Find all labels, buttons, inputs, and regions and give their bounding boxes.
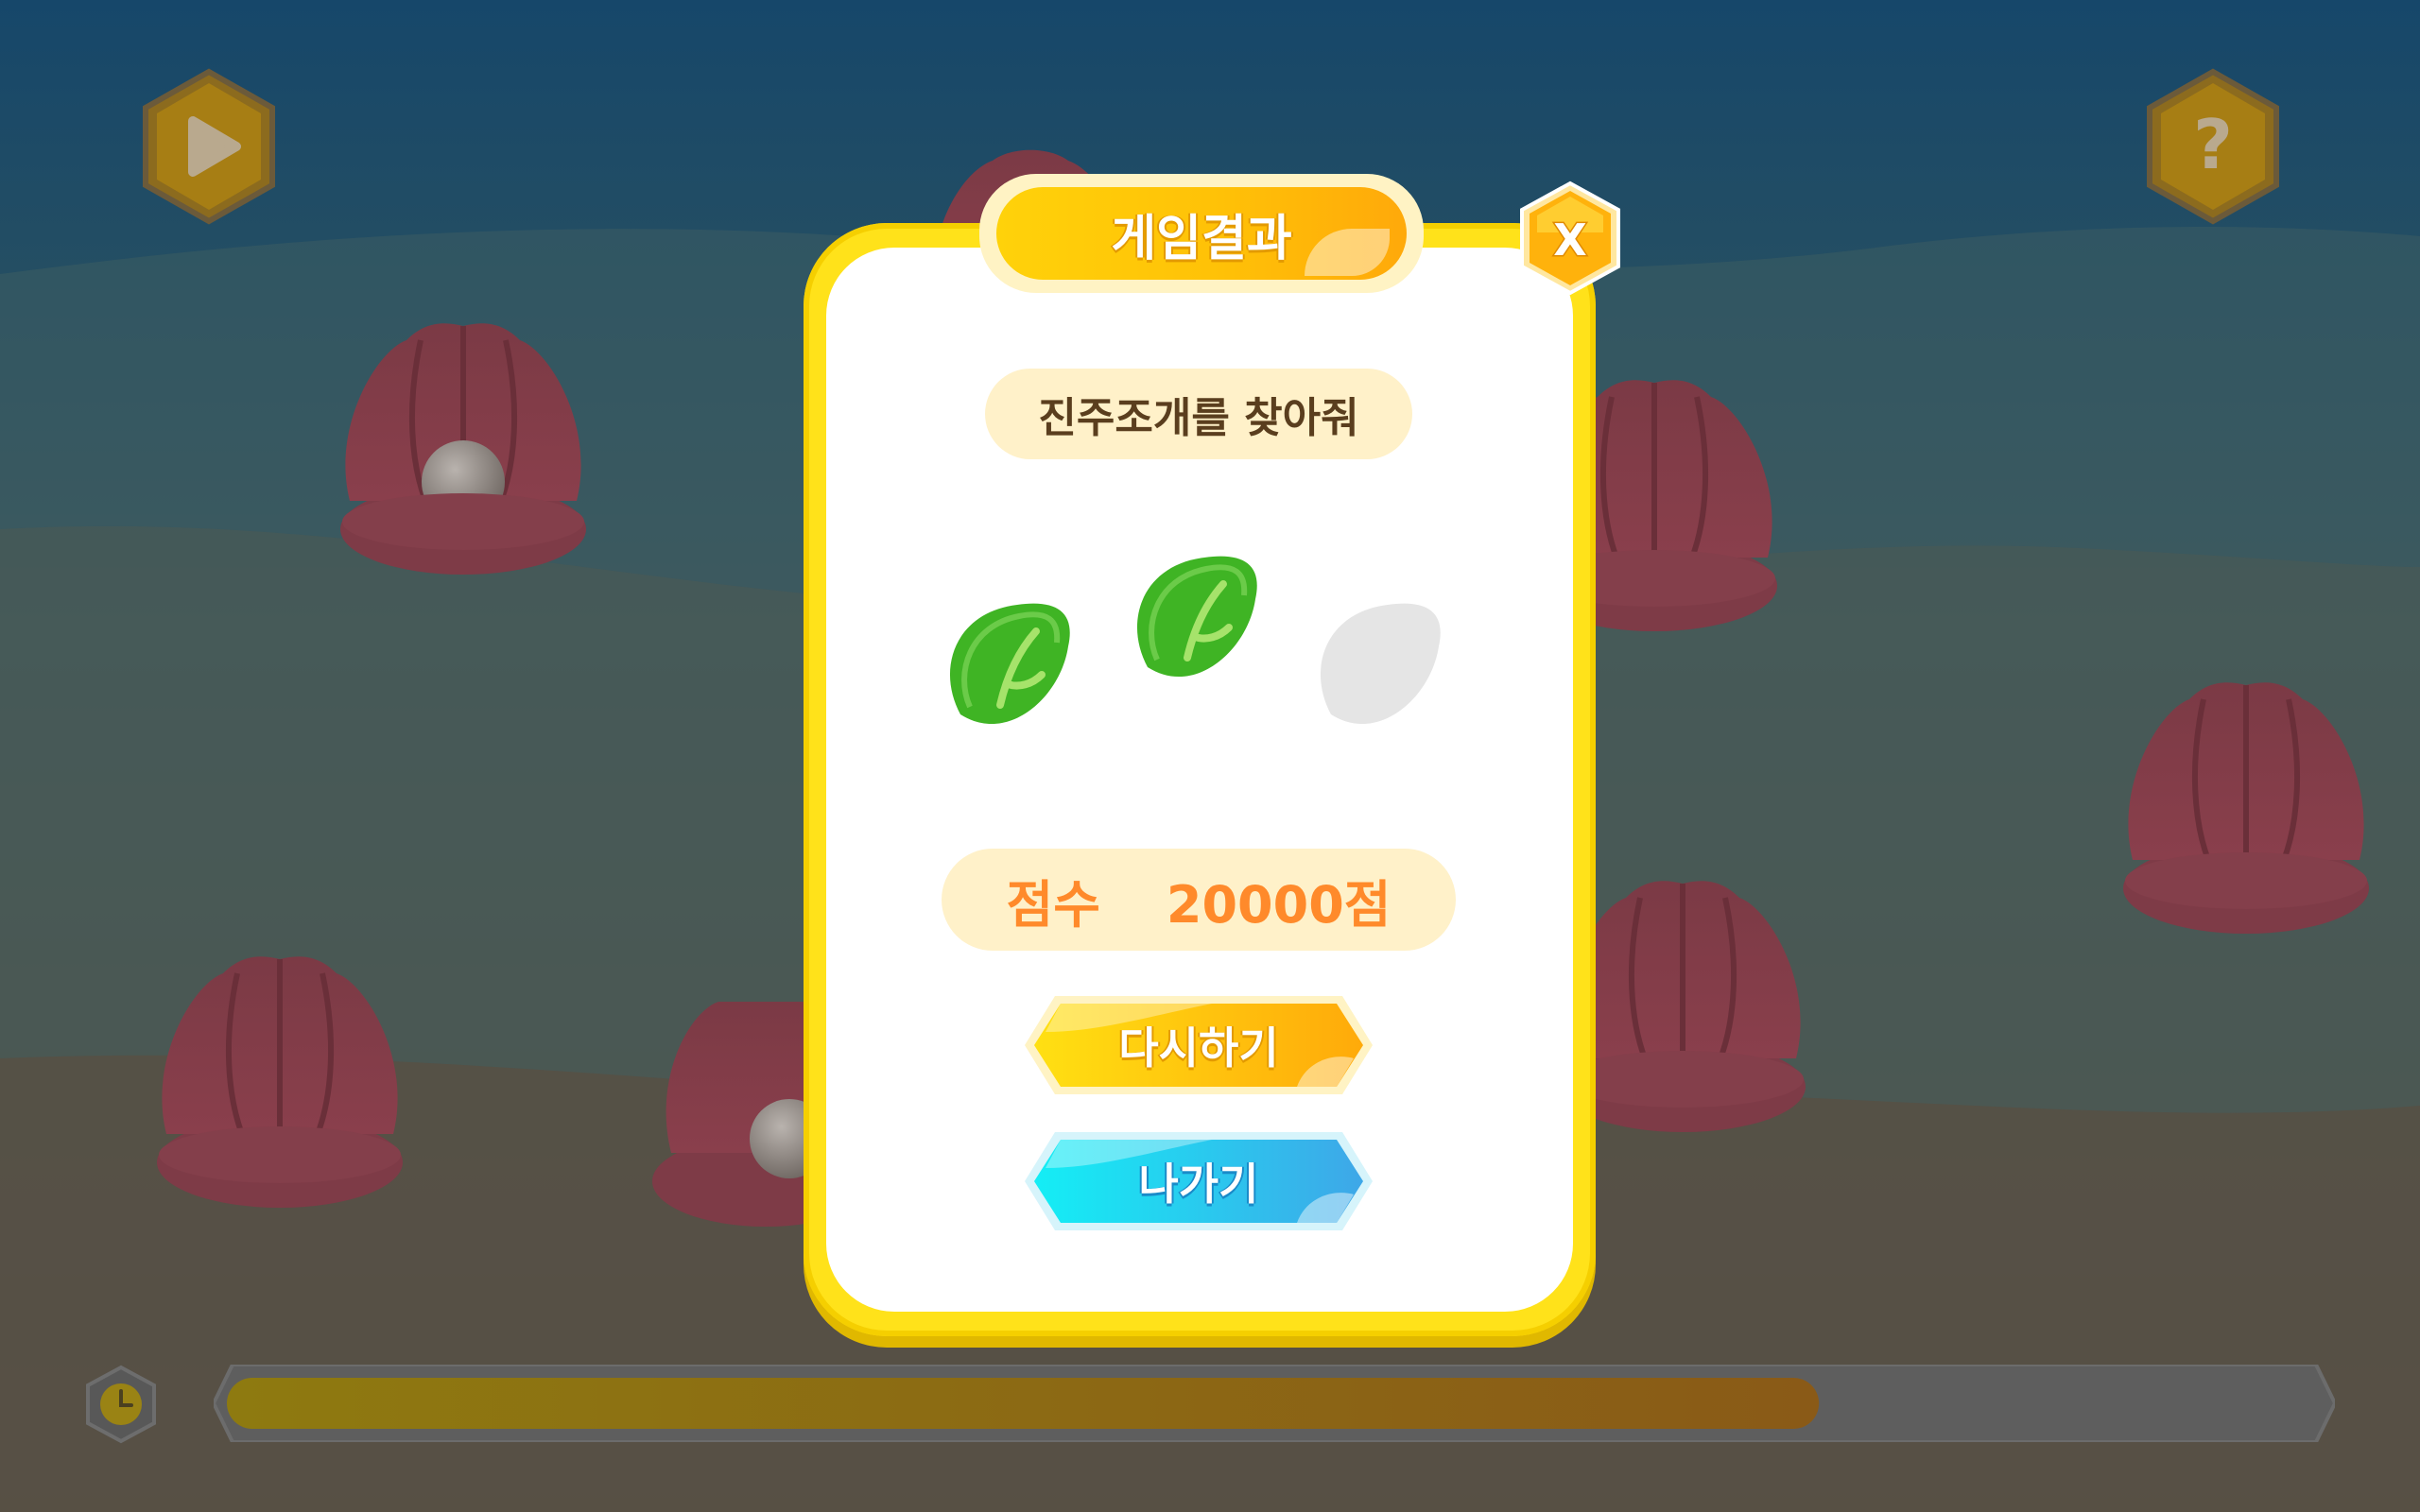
retry-button[interactable]: 다시하기 <box>1023 994 1374 1096</box>
retry-label: 다시하기 <box>1118 1022 1279 1074</box>
score-value: 20000점 <box>1166 874 1392 935</box>
exit-label: 나가기 <box>1138 1159 1259 1210</box>
close-icon: X <box>1553 215 1586 266</box>
leaf-1-icon <box>949 603 1070 725</box>
close-button[interactable]: X <box>1516 180 1624 297</box>
leaf-2-icon <box>1136 556 1257 678</box>
score-display: 점수 20000점 <box>942 849 1456 951</box>
exit-button[interactable]: 나가기 <box>1023 1130 1374 1232</box>
score-label: 점수 <box>1006 874 1100 935</box>
leaf-3-empty-icon <box>1320 603 1441 725</box>
game-name-label: 진주조개를 찾아줘 <box>985 369 1412 459</box>
modal-title: 게임결과 <box>1111 210 1292 267</box>
modal-title-tab: 게임결과 <box>979 174 1424 293</box>
